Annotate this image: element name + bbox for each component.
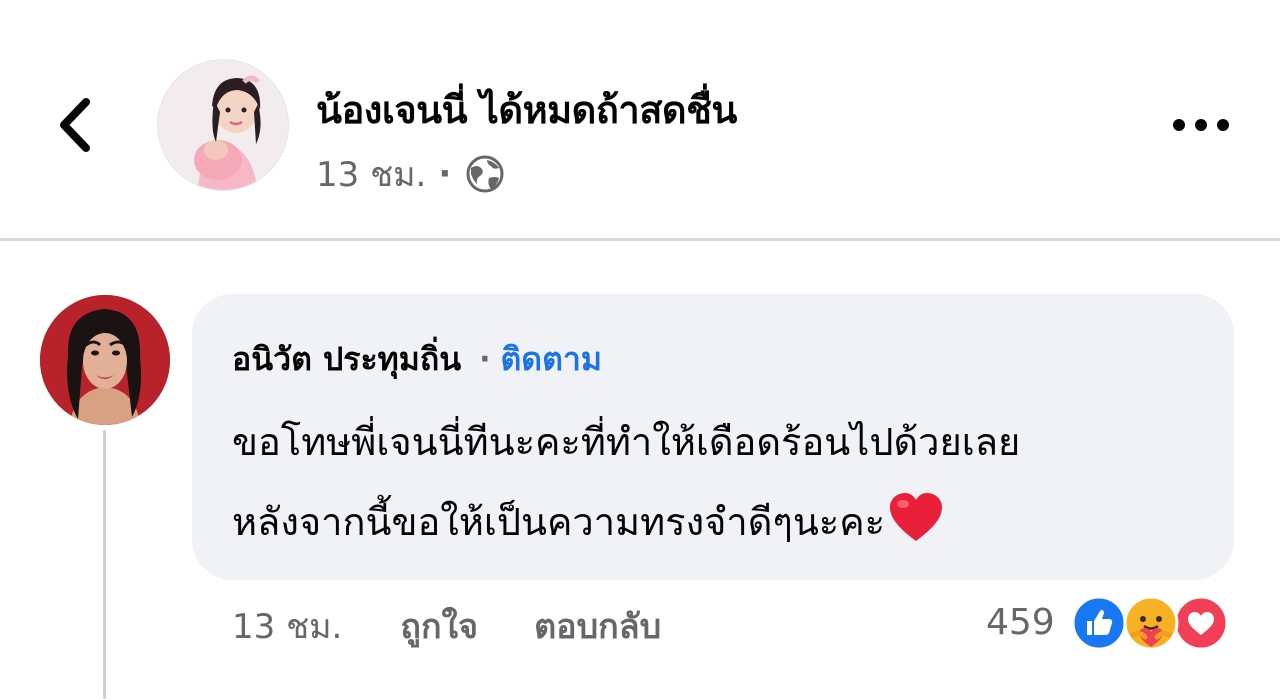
reply-button[interactable]: ตอบกลับ xyxy=(534,599,661,653)
comment-text: ขอโทษพี่เจนนี่ทีนะคะที่ทำให้เดือดร้อนไปด… xyxy=(232,402,1222,562)
follow-button[interactable]: ติดตาม xyxy=(501,334,602,385)
comment-author[interactable]: อนิวัต ประทุมถิ่น xyxy=(232,334,461,385)
post-time[interactable]: 13 ชม. xyxy=(316,147,426,201)
more-options-button[interactable] xyxy=(1168,108,1234,142)
page-avatar[interactable] xyxy=(158,60,288,190)
like-reaction-icon xyxy=(1071,595,1127,651)
reactions-summary[interactable]: 459 xyxy=(986,592,1233,652)
like-button[interactable]: ถูกใจ xyxy=(400,599,478,653)
globe-icon xyxy=(466,155,504,193)
red-heart-emoji-icon xyxy=(890,493,943,541)
reaction-icons xyxy=(1071,593,1233,651)
reply-thread-line xyxy=(103,430,106,699)
comment-text-line-2: หลังจากนี้ขอให้เป็นความทรงจำดีๆนะคะ xyxy=(232,500,886,544)
post-meta: 13 ชม. · xyxy=(316,152,505,196)
reaction-count: 459 xyxy=(986,601,1055,643)
meta-separator: · xyxy=(438,154,452,194)
comment-separator: · xyxy=(479,341,491,377)
post-header: น้องเจนนี่ ได้หมดถ้าสดชื่น 13 ชม. · xyxy=(0,0,1280,240)
care-reaction-icon xyxy=(1123,595,1179,651)
header-divider xyxy=(0,238,1280,241)
comment-text-line: หลังจากนี้ขอให้เป็นความทรงจำดีๆนะคะ xyxy=(232,482,1222,562)
love-reaction-icon xyxy=(1173,595,1229,651)
more-horizontal-icon xyxy=(1173,119,1229,131)
comment-time[interactable]: 13 ชม. xyxy=(232,599,342,653)
commenter-avatar[interactable] xyxy=(40,295,170,425)
comment-actions: 13 ชม. ถูกใจ ตอบกลับ xyxy=(232,598,661,654)
comment-text-line: ขอโทษพี่เจนนี่ทีนะคะที่ทำให้เดือดร้อนไปด… xyxy=(232,420,1021,464)
chevron-left-icon xyxy=(60,98,90,152)
comment-header: อนิวัต ประทุมถิ่น · ติดตาม xyxy=(232,336,602,382)
back-button[interactable] xyxy=(52,92,102,158)
page-name[interactable]: น้องเจนนี่ ได้หมดถ้าสดชื่น xyxy=(316,84,737,136)
